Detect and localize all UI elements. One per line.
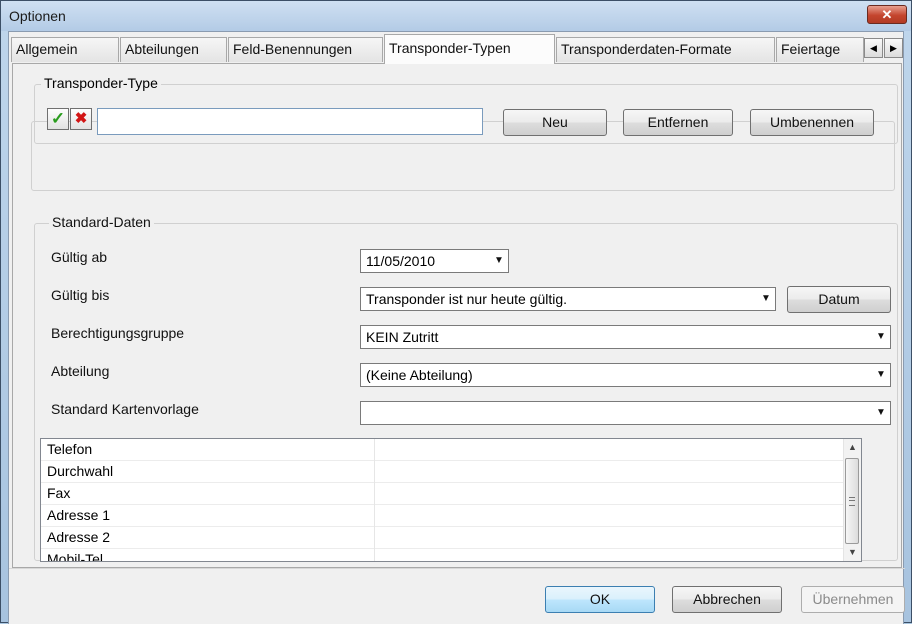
x-icon: ✖ xyxy=(74,110,88,127)
tab-strip: Allgemein Abteilungen Feld-Benennungen T… xyxy=(9,32,905,64)
check-icon: ✓ xyxy=(50,109,66,128)
column-divider xyxy=(374,439,375,561)
list-item[interactable]: Mobil-Tel. xyxy=(41,549,861,561)
chevron-down-icon: ▼ xyxy=(876,331,886,342)
reject-button[interactable]: ✖ xyxy=(70,108,92,130)
list-item[interactable]: Adresse 2 xyxy=(41,527,861,549)
accept-button[interactable]: ✓ xyxy=(47,108,69,130)
auth-group-label: Berechtigungsgruppe xyxy=(51,325,185,341)
auth-group-select[interactable]: KEIN Zutritt ▼ xyxy=(360,325,891,349)
tab-scroll-right-button[interactable]: ▶ xyxy=(884,38,903,58)
transponder-type-input[interactable] xyxy=(97,108,483,135)
date-button[interactable]: Datum xyxy=(787,286,891,313)
grip-icon xyxy=(849,497,855,506)
tab-allgemein[interactable]: Allgemein xyxy=(11,37,119,62)
standard-data-legend: Standard-Daten xyxy=(49,214,154,230)
apply-button[interactable]: Übernehmen xyxy=(801,586,905,613)
department-value: (Keine Abteilung) xyxy=(366,367,473,383)
list-item[interactable]: Adresse 1 xyxy=(41,505,861,527)
card-template-select[interactable]: ▼ xyxy=(360,401,891,425)
triangle-left-icon: ◀ xyxy=(870,43,877,53)
tab-abteilungen[interactable]: Abteilungen xyxy=(120,37,227,62)
window-title: Optionen xyxy=(9,8,66,24)
auth-group-value: KEIN Zutritt xyxy=(366,329,439,345)
list-item[interactable]: Telefon xyxy=(41,439,861,461)
new-button[interactable]: Neu xyxy=(503,109,607,136)
chevron-down-icon: ▼ xyxy=(494,255,504,266)
tab-page-transponder-typen: Transponder-Type ✓ ✖ Neu Entfernen Umben… xyxy=(12,63,902,568)
tab-feld-benennungen[interactable]: Feld-Benennungen xyxy=(228,37,383,62)
scroll-thumb[interactable] xyxy=(845,458,859,544)
remove-button[interactable]: Entfernen xyxy=(623,109,733,136)
tab-feiertage[interactable]: Feiertage xyxy=(776,37,864,62)
close-button[interactable]: ✕ xyxy=(867,5,907,24)
chevron-down-icon: ▼ xyxy=(761,293,771,304)
footer-divider xyxy=(9,568,905,569)
valid-until-value: Transponder ist nur heute gültig. xyxy=(366,291,568,307)
close-icon: ✕ xyxy=(881,7,893,22)
scroll-down-button[interactable]: ▼ xyxy=(844,544,861,561)
title-bar[interactable]: Optionen ✕ xyxy=(1,1,911,31)
options-dialog: Optionen ✕ Allgemein Abteilungen Feld-Be… xyxy=(0,0,912,624)
valid-from-picker[interactable]: 11/05/2010 ▼ xyxy=(360,249,509,273)
triangle-right-icon: ▶ xyxy=(890,43,897,53)
valid-from-label: Gültig ab xyxy=(51,249,108,265)
rename-button[interactable]: Umbenennen xyxy=(750,109,874,136)
tab-transponderdaten-formate[interactable]: Transponderdaten-Formate xyxy=(556,37,775,62)
department-label: Abteilung xyxy=(51,363,110,379)
triangle-up-icon: ▲ xyxy=(848,442,857,452)
department-select[interactable]: (Keine Abteilung) ▼ xyxy=(360,363,891,387)
chevron-down-icon: ▼ xyxy=(876,407,886,418)
tab-scroll-arrows: ◀ ▶ xyxy=(864,38,904,58)
valid-until-select[interactable]: Transponder ist nur heute gültig. ▼ xyxy=(360,287,776,311)
list-scrollbar[interactable]: ▲ ▼ xyxy=(843,439,861,561)
list-item[interactable]: Fax xyxy=(41,483,861,505)
triangle-down-icon: ▼ xyxy=(848,547,857,557)
chevron-down-icon: ▼ xyxy=(876,369,886,380)
dialog-client: Allgemein Abteilungen Feld-Benennungen T… xyxy=(8,31,905,624)
scroll-up-button[interactable]: ▲ xyxy=(844,439,861,456)
valid-until-label: Gültig bis xyxy=(51,287,110,303)
card-template-label: Standard Kartenvorlage xyxy=(51,401,199,417)
cancel-button[interactable]: Abbrechen xyxy=(672,586,782,613)
list-item[interactable]: Durchwahl xyxy=(41,461,861,483)
transponder-type-legend: Transponder-Type xyxy=(41,75,161,91)
valid-from-value: 11/05/2010 xyxy=(366,253,436,269)
field-list[interactable]: Telefon Durchwahl Fax Adresse 1 Adresse … xyxy=(40,438,862,562)
ok-button[interactable]: OK xyxy=(545,586,655,613)
tab-transponder-typen[interactable]: Transponder-Typen xyxy=(384,34,555,64)
transponder-type-frame: Transponder-Type ✓ ✖ Neu Entfernen Umben… xyxy=(34,75,898,144)
tab-scroll-left-button[interactable]: ◀ xyxy=(864,38,883,58)
